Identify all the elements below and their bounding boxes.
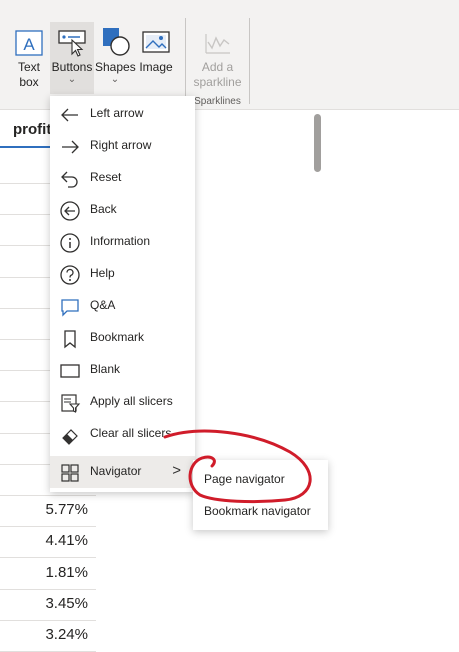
text-box-icon: A (15, 30, 43, 56)
sparkline-label-line2: sparkline (193, 75, 242, 89)
column-header-label: profit (13, 121, 52, 138)
submenu-item-label: Page navigator (204, 472, 285, 486)
text-box-label-line1: Text (17, 60, 40, 74)
svg-text:A: A (23, 35, 35, 54)
menu-item-label: Help (90, 266, 115, 280)
buttons-button[interactable]: Buttons ⌄ (50, 22, 94, 94)
menu-item-label: Bookmark (90, 330, 145, 344)
image-icon (142, 31, 170, 53)
buttons-label: Buttons (51, 60, 93, 74)
help-icon (60, 265, 80, 285)
reset-icon (61, 171, 78, 188)
menu-item-back[interactable]: Back (50, 194, 195, 226)
scrollbar-thumb[interactable] (314, 114, 321, 172)
add-sparkline-button[interactable]: Add a sparkline (190, 22, 245, 90)
buttons-chevron-down-icon: ⌄ (67, 74, 77, 85)
shapes-label: Shapes (95, 60, 136, 74)
menu-item-label: Back (90, 202, 117, 216)
apply-slicers-icon (61, 394, 81, 413)
menu-item-left-arrow[interactable]: Left arrow (50, 98, 195, 130)
menu-item-bookmark[interactable]: Bookmark (50, 322, 195, 354)
menu-item-label: Right arrow (90, 138, 152, 152)
menu-item-navigator[interactable]: Navigator > (50, 456, 195, 488)
shapes-chevron-down-icon: ⌄ (110, 74, 120, 85)
image-label: Image (139, 60, 173, 74)
profit-cell: 3.24% (45, 626, 88, 643)
table-row: 5.77% (0, 495, 96, 528)
navigator-icon (61, 464, 79, 482)
menu-item-qa[interactable]: Q&A (50, 290, 195, 322)
menu-item-label: Reset (90, 170, 122, 184)
table-row: 3.24% (0, 620, 96, 652)
bookmark-icon (64, 330, 76, 349)
qa-icon (61, 299, 79, 317)
menu-item-label: Q&A (90, 298, 116, 312)
profit-cell: 1.81% (45, 563, 88, 581)
buttons-dropdown-menu: Left arrow Right arrow Reset Back Inform… (50, 96, 195, 492)
submenu-item-page-navigator[interactable]: Page navigator (193, 464, 328, 494)
ribbon: A Text box Buttons ⌄ Shapes ⌄ Image Add … (0, 0, 459, 110)
chevron-right-icon: > (172, 462, 181, 479)
sparkline-label-line1: Add a (201, 60, 234, 74)
menu-item-label: Information (90, 234, 151, 248)
table-row: 4.41% (0, 526, 96, 559)
submenu-item-label: Bookmark navigator (204, 504, 311, 518)
menu-item-label: Navigator (90, 464, 142, 478)
shapes-icon (103, 28, 130, 56)
shapes-button[interactable]: Shapes ⌄ (95, 22, 136, 85)
sparkline-icon (204, 34, 230, 54)
text-box-label-line2: box (19, 75, 39, 89)
table-row: 3.45% (0, 589, 96, 621)
sparklines-group-label: Sparklines (194, 96, 241, 107)
profit-cell: 5.77% (45, 501, 88, 519)
left-arrow-icon (61, 108, 78, 122)
menu-item-label: Clear all slicers (90, 426, 172, 440)
clear-slicers-icon (62, 429, 78, 445)
back-icon (60, 201, 80, 221)
buttons-icon (58, 30, 86, 57)
image-button[interactable]: Image (137, 22, 175, 75)
menu-item-information[interactable]: Information (50, 226, 195, 258)
information-icon (60, 233, 80, 253)
menu-item-blank[interactable]: Blank (50, 354, 195, 386)
menu-item-label: Left arrow (90, 106, 144, 120)
submenu-item-bookmark-navigator[interactable]: Bookmark navigator (193, 496, 328, 526)
text-box-button[interactable]: A Text box (9, 22, 49, 90)
menu-item-clear-all-slicers[interactable]: Clear all slicers (50, 418, 195, 450)
profit-cell: 4.41% (45, 532, 88, 550)
profit-cell: 3.45% (45, 594, 88, 612)
ribbon-divider (249, 18, 250, 104)
menu-item-help[interactable]: Help (50, 258, 195, 290)
right-arrow-icon (62, 140, 79, 154)
menu-item-label: Apply all slicers (90, 394, 173, 408)
menu-item-apply-all-slicers[interactable]: Apply all slicers (50, 386, 195, 418)
navigator-submenu: Page navigator Bookmark navigator (193, 460, 328, 530)
menu-item-reset[interactable]: Reset (50, 162, 195, 194)
table-row: 1.81% (0, 558, 96, 590)
menu-item-right-arrow[interactable]: Right arrow (50, 130, 195, 162)
menu-item-label: Blank (90, 362, 121, 376)
blank-icon (60, 364, 80, 378)
ribbon-divider (185, 18, 186, 104)
